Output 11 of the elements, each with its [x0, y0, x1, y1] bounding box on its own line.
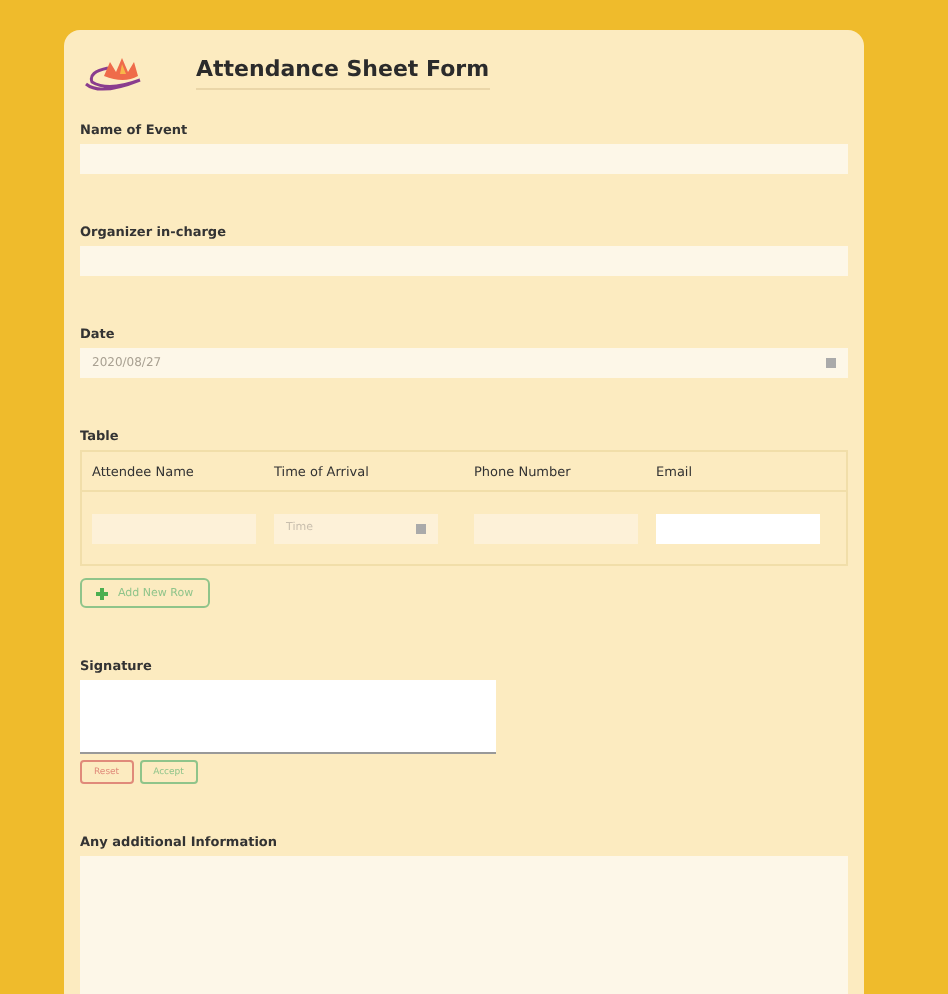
- calendar-icon: [826, 358, 836, 368]
- form-title: Attendance Sheet Form: [196, 56, 490, 90]
- plus-icon: [96, 587, 108, 599]
- input-field[interactable]: [474, 513, 638, 543]
- text-area[interactable]: [80, 856, 848, 994]
- calendar-icon: [416, 523, 426, 533]
- input-field[interactable]: [80, 144, 848, 174]
- signature-pad[interactable]: [80, 680, 496, 754]
- input-field[interactable]: [656, 513, 820, 543]
- input-field[interactable]: [92, 513, 256, 543]
- input-field[interactable]: [80, 246, 848, 276]
